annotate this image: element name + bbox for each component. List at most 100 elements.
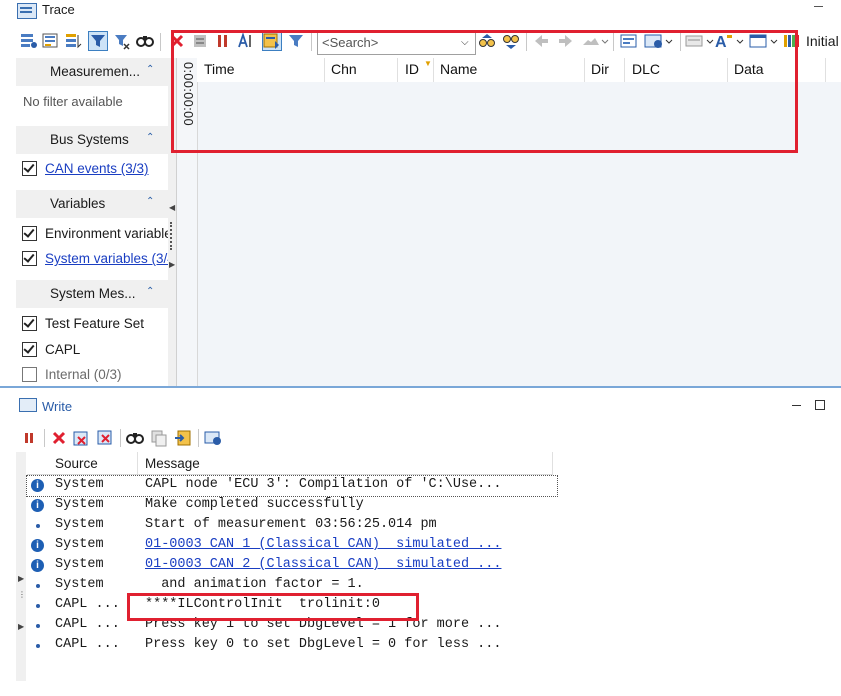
collapse-left-icon[interactable]: ◀ <box>169 203 175 212</box>
filter-item-label: Environment variable <box>45 226 172 241</box>
trace-window-icon <box>17 3 37 19</box>
clear-all-icon[interactable] <box>96 429 114 447</box>
write-row[interactable]: i System Make completed successfully <box>27 496 557 516</box>
filter-item-label: Test Feature Set <box>45 316 145 331</box>
row-source: CAPL ... <box>55 597 120 612</box>
expand-right-icon[interactable]: ▶ <box>169 260 175 269</box>
filter-item-label: Internal (0/3) <box>45 367 122 382</box>
row-message: Make completed successfully <box>145 497 364 512</box>
row-source: System <box>55 497 104 512</box>
info-icon: i <box>31 479 44 492</box>
section-label: Variables <box>50 196 106 211</box>
filter-item-environment-variables[interactable]: Environment variable <box>16 222 172 246</box>
options-icon[interactable] <box>204 429 222 447</box>
row-message: Press key 0 to set DbgLevel = 0 for less… <box>145 637 502 652</box>
write-row[interactable]: System Start of measurement 03:56:25.014… <box>27 516 557 536</box>
column-config-icon[interactable] <box>42 32 60 50</box>
splitter-grip[interactable]: ⋮ <box>18 590 26 599</box>
filter-item-label[interactable]: CAN events (3/3) <box>45 161 149 176</box>
bullet-icon <box>36 524 40 528</box>
filter-item-label[interactable]: System variables (3/4 <box>45 251 175 266</box>
write-window-title: Write <box>42 399 73 414</box>
section-label: Bus Systems <box>50 132 129 147</box>
row-source: System <box>55 537 104 552</box>
filter-item-capl[interactable]: CAPL <box>16 338 168 362</box>
row-source: System <box>55 477 104 492</box>
section-label: Measuremen... <box>50 64 141 79</box>
collapse-chevron-icon[interactable]: ⌃ <box>146 196 154 207</box>
system-messages-section-header[interactable]: System Mes... ⌃ <box>16 280 168 308</box>
column-message[interactable]: Message <box>145 456 200 471</box>
row-message: Start of measurement 03:56:25.014 pm <box>145 517 437 532</box>
no-filter-text: No filter available <box>23 94 123 109</box>
section-label: System Mes... <box>50 286 136 301</box>
filter-item-test-feature-set[interactable]: Test Feature Set <box>16 312 168 336</box>
expand-right-icon[interactable]: ▶ <box>18 622 24 631</box>
clear-icon[interactable] <box>50 429 68 447</box>
trace-window-title: Trace <box>42 2 75 17</box>
export-icon[interactable] <box>174 429 192 447</box>
row-message-link[interactable]: 01-0003 CAN 1 (Classical CAN) simulated … <box>145 537 501 552</box>
row-source: System <box>55 577 104 592</box>
find-icon[interactable] <box>136 32 154 50</box>
write-left-gutter: ▶ ⋮ ▶ <box>16 452 26 681</box>
minimize-button[interactable] <box>814 6 823 7</box>
sort-icon[interactable] <box>64 32 82 50</box>
bullet-icon <box>36 644 40 648</box>
initial-layout-label[interactable]: Initial <box>806 33 839 49</box>
collapse-chevron-icon[interactable]: ⌃ <box>146 286 154 297</box>
checkbox[interactable] <box>22 161 37 176</box>
bullet-icon <box>36 624 40 628</box>
column-source[interactable]: Source <box>55 456 98 471</box>
filter-panel: Measuremen... ⌃ No filter available Bus … <box>16 58 175 388</box>
write-title-bar <box>0 388 841 420</box>
write-row[interactable]: i System CAPL node 'ECU 3': Compilation … <box>26 475 558 497</box>
row-message-link[interactable]: 01-0003 CAN 2 (Classical CAN) simulated … <box>145 557 501 572</box>
checkbox[interactable] <box>22 367 37 382</box>
filter-overview-icon[interactable] <box>20 32 38 50</box>
trace-title-bar: Trace <box>0 0 841 26</box>
write-toolbar <box>16 427 276 449</box>
write-column-header: Source Message <box>27 452 553 475</box>
write-row[interactable]: CAPL ... Press key 0 to set DbgLevel = 0… <box>27 636 557 656</box>
highlight-box-write <box>127 593 419 621</box>
filter-item-internal[interactable]: Internal (0/3) <box>16 363 168 387</box>
collapse-left-icon[interactable]: ▶ <box>18 574 24 583</box>
checkbox[interactable] <box>22 316 37 331</box>
row-source: System <box>55 517 104 532</box>
checkbox[interactable] <box>22 342 37 357</box>
bullet-icon <box>36 604 40 608</box>
filter-item-system-variables[interactable]: System variables (3/4 <box>16 247 175 271</box>
variables-section-header[interactable]: Variables ⌃ <box>16 190 168 218</box>
minimize-button[interactable] <box>792 405 801 406</box>
checkbox[interactable] <box>22 226 37 241</box>
copy-icon[interactable] <box>150 429 168 447</box>
row-source: System <box>55 557 104 572</box>
info-icon: i <box>31 539 44 552</box>
filter-item-can-events[interactable]: CAN events (3/3) <box>16 157 168 181</box>
row-source: CAPL ... <box>55 637 120 652</box>
row-message: and animation factor = 1. <box>145 577 364 592</box>
maximize-button[interactable] <box>815 400 825 410</box>
bullet-icon <box>36 584 40 588</box>
bus-systems-section-header[interactable]: Bus Systems ⌃ <box>16 126 168 154</box>
clear-page-icon[interactable] <box>72 429 90 447</box>
filter-item-label: CAPL <box>45 342 81 357</box>
measurement-section-header[interactable]: Measuremen... ⌃ <box>16 58 168 86</box>
info-icon: i <box>31 559 44 572</box>
filter-edit-icon[interactable] <box>113 32 131 50</box>
write-window-icon <box>19 398 37 412</box>
pause-icon[interactable] <box>20 429 38 447</box>
checkbox[interactable] <box>22 251 37 266</box>
splitter-grip[interactable] <box>170 222 174 250</box>
highlight-box-trace <box>171 30 798 153</box>
row-message: CAPL node 'ECU 3': Compilation of 'C:\Us… <box>145 477 502 492</box>
filter-funnel-icon[interactable] <box>88 31 108 51</box>
write-row[interactable]: i System 01-0003 CAN 1 (Classical CAN) s… <box>27 536 557 556</box>
collapse-chevron-icon[interactable]: ⌃ <box>146 64 154 75</box>
info-icon: i <box>31 499 44 512</box>
find-icon[interactable] <box>126 429 144 447</box>
row-source: CAPL ... <box>55 617 120 632</box>
collapse-chevron-icon[interactable]: ⌃ <box>146 132 154 143</box>
write-row[interactable]: i System 01-0003 CAN 2 (Classical CAN) s… <box>27 556 557 576</box>
